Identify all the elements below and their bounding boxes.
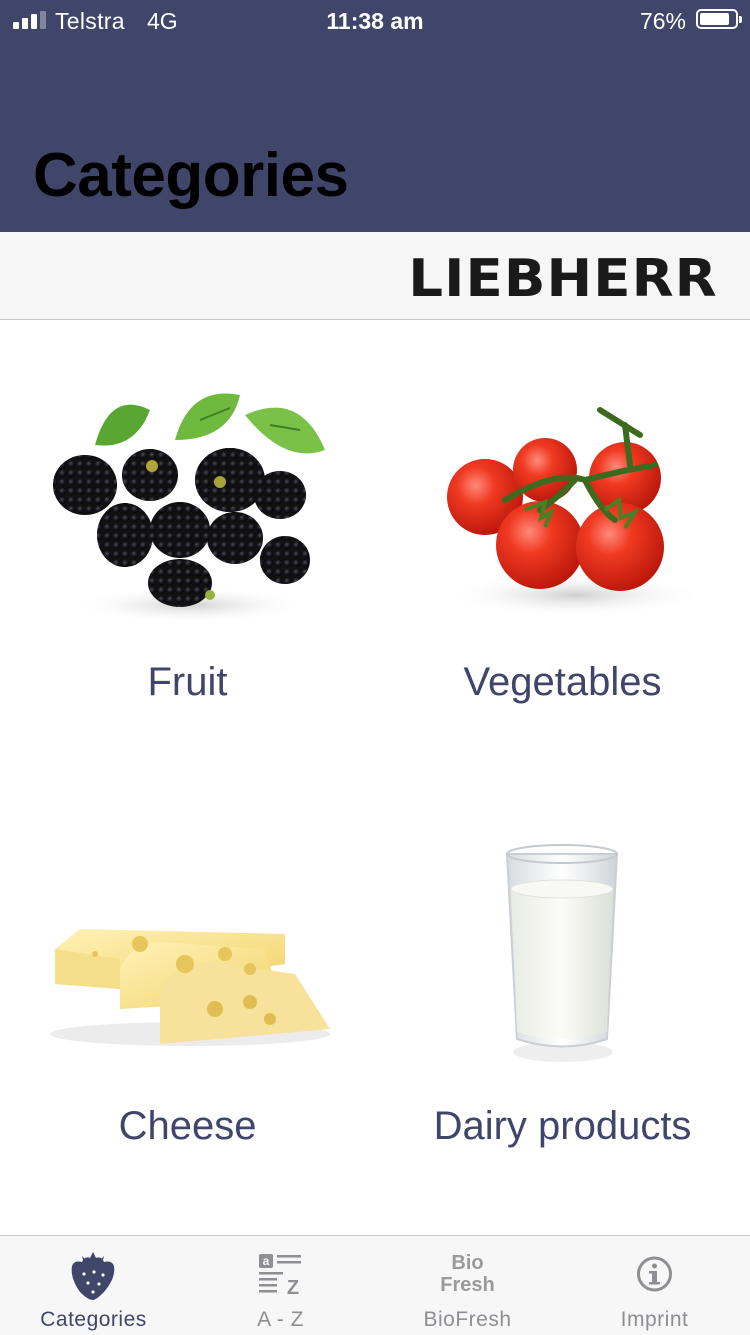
a-z-icon: a Z [259, 1254, 301, 1299]
status-bar: Telstra 4G 11:38 am 76% [0, 0, 750, 42]
tab-label-categories: Categories [40, 1308, 147, 1331]
tab-label-a-z: A - Z [257, 1308, 304, 1331]
category-tile-vegetables[interactable]: Vegetables [375, 320, 750, 760]
category-grid: Fruit Vegetables Cheese Dairy products [0, 320, 750, 1235]
tab-bar: Categories a Z A - Z Bio Fresh BioFresh [0, 1235, 750, 1335]
tab-a-z[interactable]: a Z A - Z [187, 1236, 374, 1335]
category-tile-dairy-products[interactable]: Dairy products [375, 764, 750, 1204]
info-icon [637, 1256, 672, 1292]
battery-icon [696, 9, 742, 29]
biofresh-icon-text-fresh: Fresh [440, 1274, 495, 1296]
page-title: Categories [33, 141, 349, 210]
category-label-fruit: Fruit [147, 660, 228, 704]
category-label-cheese: Cheese [118, 1104, 257, 1148]
tab-imprint[interactable]: Imprint [561, 1236, 748, 1335]
category-tile-fruit[interactable]: Fruit [0, 320, 375, 760]
status-time: 11:38 am [326, 8, 424, 34]
strawberry-icon [71, 1252, 115, 1300]
svg-text:Z: Z [287, 1277, 299, 1299]
category-tile-cheese[interactable]: Cheese [0, 764, 375, 1204]
category-label-vegetables: Vegetables [463, 660, 662, 704]
blackberries-image [53, 393, 325, 623]
brand-bar: LIEBHERR [0, 232, 750, 320]
category-label-dairy-products: Dairy products [433, 1104, 692, 1148]
tab-label-imprint: Imprint [620, 1308, 689, 1331]
cheese-image [50, 929, 330, 1046]
milk-glass-image [505, 844, 619, 1062]
tab-biofresh[interactable]: Bio Fresh BioFresh [374, 1236, 561, 1335]
tomatoes-image [445, 407, 705, 617]
battery-percent: 76% [639, 8, 686, 34]
biofresh-icon: Bio Fresh [374, 1248, 561, 1300]
navigation-header: Telstra 4G 11:38 am 76% Categories [0, 0, 750, 232]
svg-text:a: a [263, 1254, 270, 1268]
biofresh-icon-text-bio: Bio [451, 1252, 484, 1274]
liebherr-logo: LIEBHERR [408, 249, 718, 309]
tab-categories[interactable]: Categories [0, 1236, 187, 1335]
tab-label-biofresh: BioFresh [423, 1308, 512, 1331]
